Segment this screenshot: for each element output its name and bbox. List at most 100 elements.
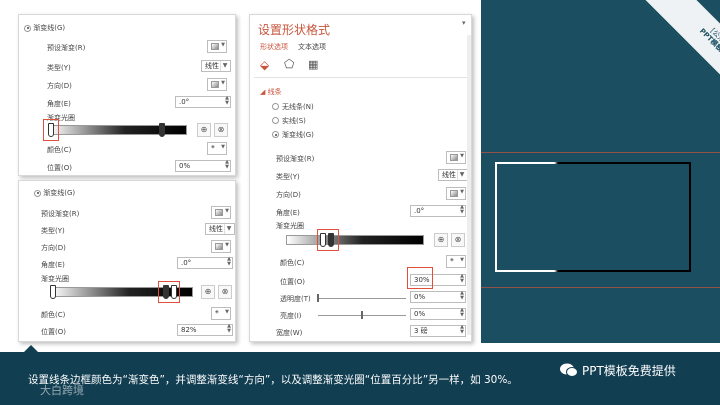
preset-label: 预设渐变(R) [47, 44, 86, 52]
spinner-icon: ▲ ▼ [225, 159, 229, 170]
color-button[interactable]: ◈ ▼ [207, 142, 227, 155]
format-panel-mid: 渐变线(G) 预设渐变(R) ▼ 类型(Y) 线性 ▼ 方向(D) ▼ 角度(E)… [18, 180, 236, 342]
direction-button[interactable]: ▼ [211, 240, 231, 253]
type-value: 线性 [442, 171, 456, 179]
highlight-box [158, 281, 180, 303]
transparency-input[interactable]: 0% ▲ ▼ [410, 291, 466, 303]
brightness-input[interactable]: 0% ▲ ▼ [410, 308, 466, 320]
chevron-down-icon: ▼ [221, 42, 225, 48]
spinner-icon: ▲ ▼ [225, 95, 229, 106]
direction-button[interactable]: ▼ [207, 78, 227, 91]
remove-stop-icon[interactable]: ⊗ [218, 285, 232, 299]
tab-text-options[interactable]: 文本选项 [298, 42, 326, 52]
guide-line [481, 287, 720, 288]
line-section-header[interactable]: ◢ 线条 [260, 87, 282, 97]
position-input[interactable]: 0% ▲ ▼ [175, 160, 231, 172]
angle-value: .0° [179, 98, 190, 106]
preset-gradient-button[interactable]: ▼ [446, 151, 466, 164]
spinner-icon: ▲ ▼ [460, 204, 464, 215]
gradient-bar[interactable] [286, 235, 424, 245]
add-stop-icon[interactable]: ⊕ [197, 123, 211, 137]
guide-line [481, 152, 720, 153]
remove-stop-icon[interactable]: ⊗ [451, 233, 465, 247]
size-properties-icon[interactable]: ▦ [308, 58, 318, 71]
direction-label: 方向(D) [276, 191, 301, 199]
spinner-icon: ▲ ▼ [227, 323, 231, 334]
divider [254, 77, 468, 78]
type-value: 线性 [209, 225, 223, 233]
solid-line-label: 实线(S) [282, 117, 306, 125]
type-label: 类型(Y) [41, 227, 65, 235]
chevron-down-icon: ▼ [225, 208, 229, 214]
pane-title: 设置形状格式 [258, 23, 331, 37]
solid-line-radio[interactable] [272, 117, 279, 124]
gradient-line-option[interactable]: 渐变线(G) [24, 23, 65, 33]
highlight-box [43, 119, 59, 141]
preset-gradient-button[interactable]: ▼ [207, 40, 227, 53]
wechat-icon [560, 362, 578, 378]
gradient-line-label: 渐变线(G) [282, 131, 314, 139]
remove-stop-icon[interactable]: ⊗ [214, 123, 228, 137]
brightness-label: 亮度(I) [280, 312, 302, 320]
position-input[interactable]: 82% ▲ ▼ [177, 324, 233, 336]
chevron-down-icon: ▼ [221, 144, 225, 150]
width-value: 3 磅 [414, 327, 428, 335]
gradient-swatch-icon [211, 81, 219, 88]
tab-shape-options[interactable]: 形状选项 [260, 42, 288, 52]
chevron-down-icon: ▼ [224, 224, 233, 234]
gradient-radio[interactable] [24, 24, 31, 32]
angle-input[interactable]: .0° ▲ ▼ [175, 96, 231, 108]
add-stop-icon[interactable]: ⊕ [201, 285, 215, 299]
gradient-stop-handle[interactable] [159, 123, 165, 137]
preset-gradient-button[interactable]: ▼ [211, 206, 231, 219]
direction-label: 方向(D) [41, 244, 66, 252]
no-line-radio[interactable] [272, 103, 279, 110]
angle-input[interactable]: .0° ▲ ▼ [410, 205, 466, 217]
type-select[interactable]: 线性 ▼ [438, 169, 468, 181]
gradient-swatch-icon [215, 209, 223, 216]
stops-label: 渐变光圈 [41, 275, 69, 283]
format-panel-top: 渐变线(G) 预设渐变(R) ▼ 类型(Y) 线性 ▼ 方向(D) ▼ 角度(E)… [18, 14, 236, 176]
gradient-bar[interactable] [49, 125, 187, 135]
scrollbar[interactable] [467, 35, 471, 335]
preset-label: 预设渐变(R) [276, 155, 315, 163]
type-select[interactable]: 线性 ▼ [201, 60, 231, 72]
pin-icon[interactable]: ▾ [462, 19, 466, 27]
gradient-line-option[interactable]: 渐变线(G) [34, 188, 75, 198]
spinner-icon: ▲ ▼ [227, 256, 231, 267]
position-label: 位置(O) [280, 278, 305, 286]
pointer-triangle [24, 345, 38, 352]
type-select[interactable]: 线性 ▼ [205, 223, 235, 235]
slider-thumb[interactable] [317, 294, 319, 302]
chevron-down-icon: ▼ [460, 257, 464, 263]
transparency-slider[interactable] [318, 298, 406, 299]
chevron-down-icon: ▼ [221, 80, 225, 86]
width-input[interactable]: 3 磅 ▲ ▼ [410, 325, 466, 337]
slider-thumb[interactable] [361, 311, 363, 319]
type-value: 线性 [205, 62, 219, 70]
stops-label: 渐变光圈 [276, 222, 304, 230]
direction-label: 方向(D) [47, 82, 72, 90]
gradient-border-rectangle[interactable] [495, 162, 691, 272]
angle-label: 角度(E) [276, 209, 300, 217]
chevron-down-icon: ▼ [460, 153, 464, 159]
gradient-swatch-icon [450, 190, 458, 197]
direction-button[interactable]: ▼ [446, 187, 466, 200]
spinner-icon: ▲ ▼ [460, 290, 464, 301]
add-stop-icon[interactable]: ⊕ [434, 233, 448, 247]
watermark-text: 大白跨境 [40, 384, 84, 397]
angle-input[interactable]: .0° ▲ ▼ [177, 257, 233, 269]
chevron-down-icon: ▼ [220, 61, 229, 71]
color-label: 颜色(C) [41, 311, 66, 319]
color-button[interactable]: ◈ ▼ [211, 307, 231, 320]
fill-line-icon[interactable]: ⬙ [260, 58, 269, 72]
chevron-down-icon: ▼ [225, 242, 229, 248]
gradient-radio[interactable] [34, 189, 41, 197]
gradient-line-radio[interactable] [272, 131, 279, 138]
color-button[interactable]: ◈ ▼ [446, 255, 466, 268]
preset-label: 预设渐变(R) [41, 210, 80, 218]
gradient-swatch-icon [450, 154, 458, 161]
effects-pentagon-icon[interactable]: ⬠ [284, 57, 294, 71]
spinner-icon: ▲ ▼ [460, 324, 464, 335]
gradient-stop-handle[interactable] [50, 285, 56, 299]
